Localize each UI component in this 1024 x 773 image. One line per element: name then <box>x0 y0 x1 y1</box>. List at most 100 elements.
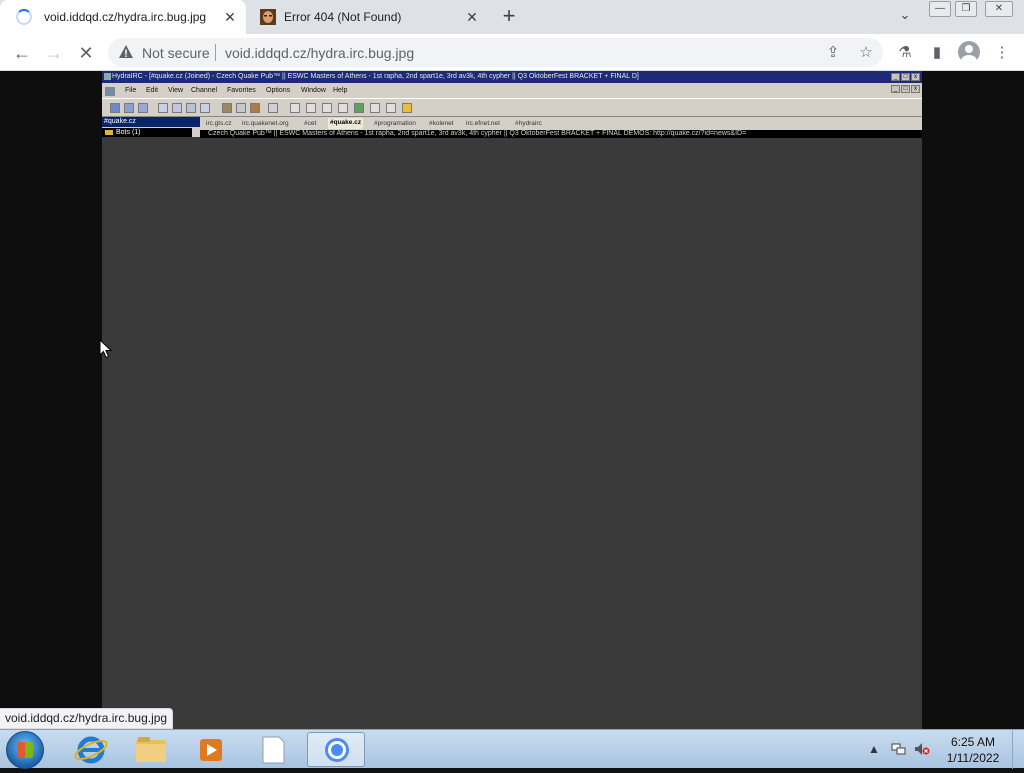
hydra-title-bar: HydraIRC - [#quake.cz (Joined) - Czech Q… <box>102 71 922 83</box>
tab-title: void.iddqd.cz/hydra.irc.bug.jpg <box>44 10 207 24</box>
hydra-tab: #hydrairc <box>515 120 542 127</box>
hydra-topic-line: Czech Quake Pub™ || ESWC Masters of Athe… <box>200 130 922 138</box>
hydra-close-icon: x <box>911 73 920 81</box>
close-tab-icon[interactable]: ✕ <box>464 9 480 25</box>
security-label[interactable]: Not secure <box>142 45 210 61</box>
warning-icon[interactable] <box>118 44 134 60</box>
hydra-maximize-icon: □ <box>901 73 910 81</box>
hydra-doc-icon <box>105 87 115 96</box>
hydra-tool-icon <box>172 103 182 113</box>
show-desktop-button[interactable] <box>1012 730 1024 769</box>
volume-muted-icon[interactable] <box>914 742 930 756</box>
hydra-child-maximize-icon: □ <box>901 85 910 93</box>
portrait-favicon-icon <box>260 9 276 25</box>
new-tab-button[interactable]: + <box>497 5 521 29</box>
chrome-icon <box>325 738 349 762</box>
hydra-tool-icon <box>158 103 168 113</box>
hydra-menu-item: Favorites <box>227 87 256 94</box>
hydra-tab: irc.gts.cz <box>206 120 232 127</box>
forward-icon[interactable]: → <box>42 41 66 65</box>
hydra-channel-sidebar: #quake.cz Bots (1) <box>102 117 200 137</box>
bookmark-star-icon[interactable]: ☆ <box>857 44 875 62</box>
close-tab-icon[interactable]: ✕ <box>222 9 238 25</box>
internet-explorer-taskbar-button[interactable] <box>62 732 120 767</box>
clock-date: 1/11/2022 <box>946 751 1000 765</box>
hydra-tab: #programation <box>374 120 416 127</box>
hydra-menu-bar: File Edit View Channel Favorites Options… <box>102 83 922 98</box>
hydra-minimize-icon: _ <box>891 73 900 81</box>
hydra-tool-icon <box>138 103 148 113</box>
hydra-tool-icon <box>250 103 260 113</box>
mouse-cursor-icon <box>99 339 113 359</box>
status-bubble: void.iddqd.cz/hydra.irc.bug.jpg <box>0 708 174 729</box>
hydra-tool-icon <box>222 103 232 113</box>
hydra-tab: #cet <box>304 120 317 127</box>
hydra-tool-icon <box>306 103 316 113</box>
start-button[interactable] <box>6 731 44 769</box>
hydra-tool-icon <box>322 103 332 113</box>
hydra-tool-icon <box>200 103 210 113</box>
profile-avatar-icon[interactable] <box>958 41 980 63</box>
tab-search-icon[interactable]: ⌄ <box>895 7 915 27</box>
internet-explorer-icon <box>74 736 108 764</box>
tab-error-404[interactable]: Error 404 (Not Found) ✕ <box>250 0 488 34</box>
hydra-tool-icon <box>386 103 396 113</box>
page-viewport: HydraIRC - [#quake.cz (Joined) - Czech Q… <box>0 71 1024 729</box>
hydra-tab: irc.quakenet.org <box>242 120 289 127</box>
url-text[interactable]: void.iddqd.cz/hydra.irc.bug.jpg <box>225 45 414 61</box>
hydra-tool-icon <box>186 103 196 113</box>
close-window-button[interactable]: ✕ <box>985 1 1013 17</box>
hydra-tab-selected: #quake.cz <box>328 118 364 129</box>
address-bar[interactable]: Not secure void.iddqd.cz/hydra.irc.bug.j… <box>108 38 883 67</box>
media-player-icon <box>200 739 222 761</box>
hydra-menu-item: File <box>125 87 137 94</box>
hydra-tool-icon <box>110 103 120 113</box>
browser-toolbar: ← → ✕ Not secure void.iddqd.cz/hydra.irc… <box>0 34 1024 71</box>
show-hidden-icons-icon[interactable]: ▲ <box>866 742 882 756</box>
hydra-tool-icon <box>354 103 364 113</box>
network-icon[interactable] <box>890 742 906 756</box>
clock-time: 6:25 AM <box>950 735 996 749</box>
restore-button[interactable]: ❐ <box>955 1 977 17</box>
menu-kebab-icon[interactable]: ⋮ <box>991 42 1013 64</box>
media-player-taskbar-button[interactable] <box>182 732 240 767</box>
document-icon <box>262 736 285 764</box>
hydra-tool-icon <box>290 103 300 113</box>
hydra-tab: #kolenet <box>429 120 454 127</box>
hydra-irc-screenshot-image[interactable]: HydraIRC - [#quake.cz (Joined) - Czech Q… <box>102 71 922 729</box>
hydra-tool-icon <box>268 103 278 113</box>
tab-title: Error 404 (Not Found) <box>284 10 402 24</box>
hydra-menu-item: Channel <box>191 87 218 94</box>
hydra-title-text: HydraIRC - [#quake.cz (Joined) - Czech Q… <box>112 73 639 80</box>
stop-loading-icon[interactable]: ✕ <box>74 41 98 65</box>
hydra-tool-icon <box>124 103 134 113</box>
share-icon[interactable]: ⇪ <box>824 44 842 62</box>
side-panel-icon[interactable]: ▮ <box>926 42 948 64</box>
tab-hydra-image[interactable]: void.iddqd.cz/hydra.irc.bug.jpg ✕ <box>0 0 246 34</box>
hydra-child-minimize-icon: _ <box>891 85 900 93</box>
extensions-icon[interactable]: ⚗ <box>894 42 916 64</box>
hydra-sidebar-item: Bots (1) <box>102 128 192 137</box>
hydra-tool-icon <box>236 103 246 113</box>
hydra-menu-item: Window <box>301 87 326 94</box>
hydra-menu-item: View <box>168 87 184 94</box>
hydra-toolbar <box>102 98 922 117</box>
minimize-button[interactable]: — <box>929 1 951 17</box>
hydra-menu-item: Help <box>333 87 348 94</box>
folder-icon <box>136 737 166 762</box>
hydra-tool-icon <box>338 103 348 113</box>
hydra-tool-icon <box>402 103 412 113</box>
hydra-tab: irc.efnet.net <box>466 120 500 127</box>
hydra-sidebar-title: #quake.cz <box>102 117 200 127</box>
hydra-tool-icon <box>370 103 380 113</box>
system-clock[interactable]: 6:25 AM 1/11/2022 <box>936 734 1010 766</box>
hydra-menu-item: Options <box>266 87 291 94</box>
notepad-taskbar-button[interactable] <box>244 732 302 767</box>
windows-taskbar: ▲ 6:25 AM 1/11/2022 <box>0 729 1024 769</box>
back-icon[interactable]: ← <box>10 41 34 65</box>
file-explorer-taskbar-button[interactable] <box>122 732 180 767</box>
chrome-taskbar-button[interactable] <box>307 732 365 767</box>
hydra-menu-item: Edit <box>146 87 159 94</box>
hydra-tab-bar: irc.gts.cz irc.quakenet.org #cet #quake.… <box>200 117 922 130</box>
loading-spinner-icon <box>16 9 32 25</box>
